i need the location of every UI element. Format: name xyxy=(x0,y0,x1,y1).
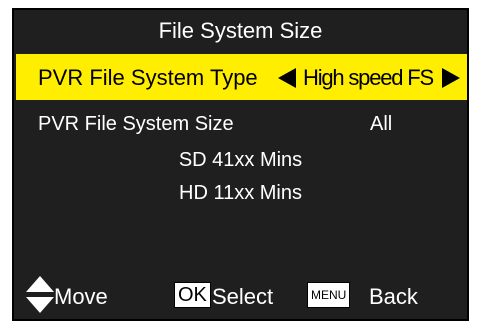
pvr-file-system-type-value: High speed FS xyxy=(303,65,434,90)
dialog-title: File System Size xyxy=(158,18,323,43)
osd-dialog: File System Size PVR File System Type Hi… xyxy=(12,8,469,321)
up-arrow-icon xyxy=(26,276,54,292)
left-arrow-icon[interactable] xyxy=(278,68,296,88)
pvr-file-system-size-value[interactable]: All xyxy=(370,113,392,136)
move-hint: Move xyxy=(54,284,108,309)
hd-duration-info: HD 11xx Mins xyxy=(179,182,302,204)
select-hint: Select xyxy=(212,284,274,309)
pvr-file-system-type-label: PVR File System Type xyxy=(38,65,258,90)
ok-key-icon: OK xyxy=(174,282,211,308)
down-arrow-icon xyxy=(26,297,54,313)
back-hint: Back xyxy=(369,284,418,309)
pvr-file-system-type-row[interactable]: PVR File System Type High speed FS xyxy=(16,54,467,100)
menu-key-icon: MENU xyxy=(307,282,351,308)
pvr-file-system-size-label[interactable]: PVR File System Size xyxy=(38,113,234,136)
right-arrow-icon[interactable] xyxy=(442,68,460,88)
key-hints-bar: Move OK Select MENU Back xyxy=(14,273,467,319)
sd-duration-info: SD 41xx Mins xyxy=(178,149,303,171)
